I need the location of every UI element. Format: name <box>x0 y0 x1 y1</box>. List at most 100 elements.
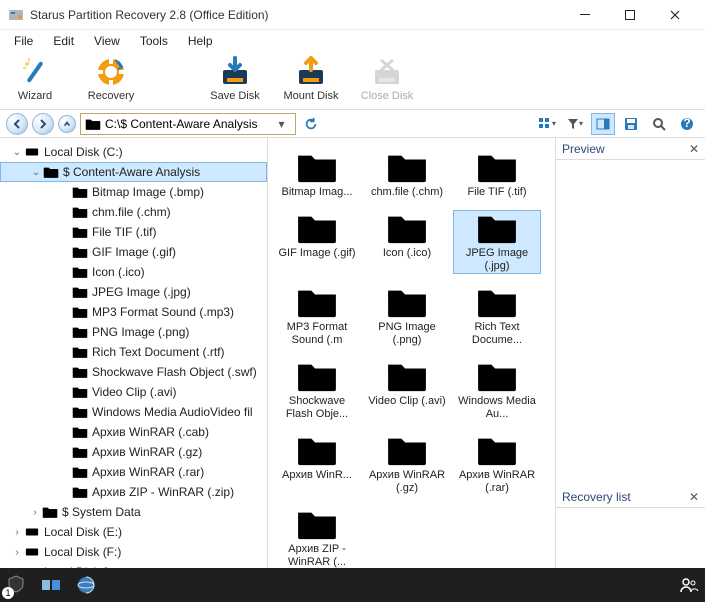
recovery-label: Recovery <box>88 90 134 102</box>
refresh-button[interactable] <box>300 113 322 135</box>
tree-system-data[interactable]: ›$ System Data <box>0 502 267 522</box>
help-button[interactable]: ? <box>675 113 699 135</box>
minimize-button[interactable] <box>562 0 607 30</box>
folder-item[interactable]: PNG Image (.png) <box>364 285 450 347</box>
view-options-button[interactable]: ▾ <box>535 113 559 135</box>
menu-tools[interactable]: Tools <box>132 32 176 50</box>
menubar: File Edit View Tools Help <box>0 30 705 52</box>
tree-item[interactable]: MP3 Format Sound (.mp3) <box>0 302 267 322</box>
address-input-wrap[interactable]: ▾ <box>80 113 296 135</box>
taskbar-app-3[interactable] <box>76 575 96 595</box>
tree-item[interactable]: Архив WinRAR (.cab) <box>0 422 267 442</box>
content-view[interactable]: Bitmap Imag...chm.file (.chm)File TIF (.… <box>268 138 555 568</box>
taskbar-app-2[interactable] <box>40 576 62 594</box>
folder-item[interactable]: Video Clip (.avi) <box>364 359 450 421</box>
tree-item[interactable]: Icon (.ico) <box>0 262 267 282</box>
toolbar: Wizard Recovery Save Disk Mount Disk Clo… <box>0 52 705 110</box>
preview-toggle-button[interactable] <box>591 113 615 135</box>
tree-content-aware[interactable]: ⌄$ Content-Aware Analysis <box>0 162 267 182</box>
folder-icon <box>386 359 428 393</box>
folder-icon <box>296 211 338 245</box>
address-bar: ▾ ▾ ▾ ? <box>0 110 705 138</box>
tree-item[interactable]: Shockwave Flash Object (.swf) <box>0 362 267 382</box>
tree-item[interactable]: Windows Media AudioVideo fil <box>0 402 267 422</box>
save-disk-label: Save Disk <box>210 90 260 102</box>
folder-item[interactable]: Архив WinR... <box>274 433 360 495</box>
folder-item[interactable]: File TIF (.tif) <box>454 150 540 199</box>
wizard-button[interactable]: Wizard <box>6 54 64 108</box>
folder-item[interactable]: Shockwave Flash Obje... <box>274 359 360 421</box>
folder-icon <box>476 150 518 184</box>
filter-button[interactable]: ▾ <box>563 113 587 135</box>
address-dropdown[interactable]: ▾ <box>273 117 291 131</box>
tree-item[interactable]: Bitmap Image (.bmp) <box>0 182 267 202</box>
folder-icon <box>476 433 518 467</box>
mount-disk-icon <box>295 56 327 88</box>
tree-local-f[interactable]: ›Local Disk (F:) <box>0 542 267 562</box>
recovery-button[interactable]: Recovery <box>82 54 140 108</box>
tree-item[interactable]: Архив WinRAR (.rar) <box>0 462 267 482</box>
menu-help[interactable]: Help <box>180 32 221 50</box>
preview-close-icon[interactable]: ✕ <box>689 142 699 156</box>
folder-icon <box>296 433 338 467</box>
menu-edit[interactable]: Edit <box>45 32 82 50</box>
tree-item[interactable]: JPEG Image (.jpg) <box>0 282 267 302</box>
tree-item[interactable]: Rich Text Document (.rtf) <box>0 342 267 362</box>
preview-panel <box>556 160 705 486</box>
tree-item[interactable]: chm.file (.chm) <box>0 202 267 222</box>
life-ring-icon <box>95 56 127 88</box>
save-disk-icon <box>219 56 251 88</box>
badge-count: 1 <box>2 587 14 599</box>
folder-icon <box>476 211 518 245</box>
address-input[interactable] <box>105 117 273 131</box>
folder-item[interactable]: GIF Image (.gif) <box>274 211 360 273</box>
folder-item[interactable]: Архив WinRAR (.gz) <box>364 433 450 495</box>
mount-disk-button[interactable]: Mount Disk <box>282 54 340 108</box>
wand-icon <box>19 56 51 88</box>
nav-back-button[interactable] <box>6 113 28 135</box>
tree-item[interactable]: Архив WinRAR (.gz) <box>0 442 267 462</box>
folder-icon <box>296 507 338 541</box>
nav-forward-button[interactable] <box>32 113 54 135</box>
tree-panel[interactable]: ⌄Local Disk (C:) ⌄$ Content-Aware Analys… <box>0 138 268 568</box>
tree-item[interactable]: File TIF (.tif) <box>0 222 267 242</box>
menu-view[interactable]: View <box>86 32 128 50</box>
folder-item[interactable]: Bitmap Imag... <box>274 150 360 199</box>
folder-item[interactable]: Архив WinRAR (.rar) <box>454 433 540 495</box>
tree-local-c[interactable]: ⌄Local Disk (C:) <box>0 142 267 162</box>
save-disk-button[interactable]: Save Disk <box>206 54 264 108</box>
folder-icon <box>386 285 428 319</box>
close-button[interactable] <box>652 0 697 30</box>
preview-label: Preview <box>562 142 605 156</box>
nav-up-button[interactable] <box>58 115 76 133</box>
folder-item[interactable]: Icon (.ico) <box>364 211 450 273</box>
close-disk-icon <box>371 56 403 88</box>
folder-icon <box>296 150 338 184</box>
recovery-list-label: Recovery list <box>562 490 631 504</box>
tree-item[interactable]: Video Clip (.avi) <box>0 382 267 402</box>
save-layout-button[interactable] <box>619 113 643 135</box>
preview-panel-header: Preview ✕ <box>556 138 705 160</box>
search-button[interactable] <box>647 113 671 135</box>
folder-item[interactable]: Rich Text Docume... <box>454 285 540 347</box>
tree-item[interactable]: GIF Image (.gif) <box>0 242 267 262</box>
people-icon[interactable] <box>679 575 699 595</box>
wizard-label: Wizard <box>18 90 52 102</box>
close-disk-button: Close Disk <box>358 54 416 108</box>
folder-item[interactable]: JPEG Image (.jpg) <box>454 211 540 273</box>
folder-item[interactable]: MP3 Format Sound (.m <box>274 285 360 347</box>
tree-local-e[interactable]: ›Local Disk (E:) <box>0 522 267 542</box>
folder-item[interactable]: chm.file (.chm) <box>364 150 450 199</box>
maximize-button[interactable] <box>607 0 652 30</box>
recovery-list-close-icon[interactable]: ✕ <box>689 490 699 504</box>
folder-icon <box>386 211 428 245</box>
tree-item[interactable]: Архив ZIP - WinRAR (.zip) <box>0 482 267 502</box>
taskbar[interactable]: 1 <box>0 568 705 602</box>
menu-file[interactable]: File <box>6 32 41 50</box>
tree-item[interactable]: PNG Image (.png) <box>0 322 267 342</box>
folder-item[interactable]: Архив ZIP - WinRAR (... <box>274 507 360 568</box>
folder-item[interactable]: Windows Media Au... <box>454 359 540 421</box>
taskbar-app-1[interactable]: 1 <box>6 574 26 597</box>
folder-icon <box>296 285 338 319</box>
recovery-list-header: Recovery list ✕ <box>556 486 705 508</box>
